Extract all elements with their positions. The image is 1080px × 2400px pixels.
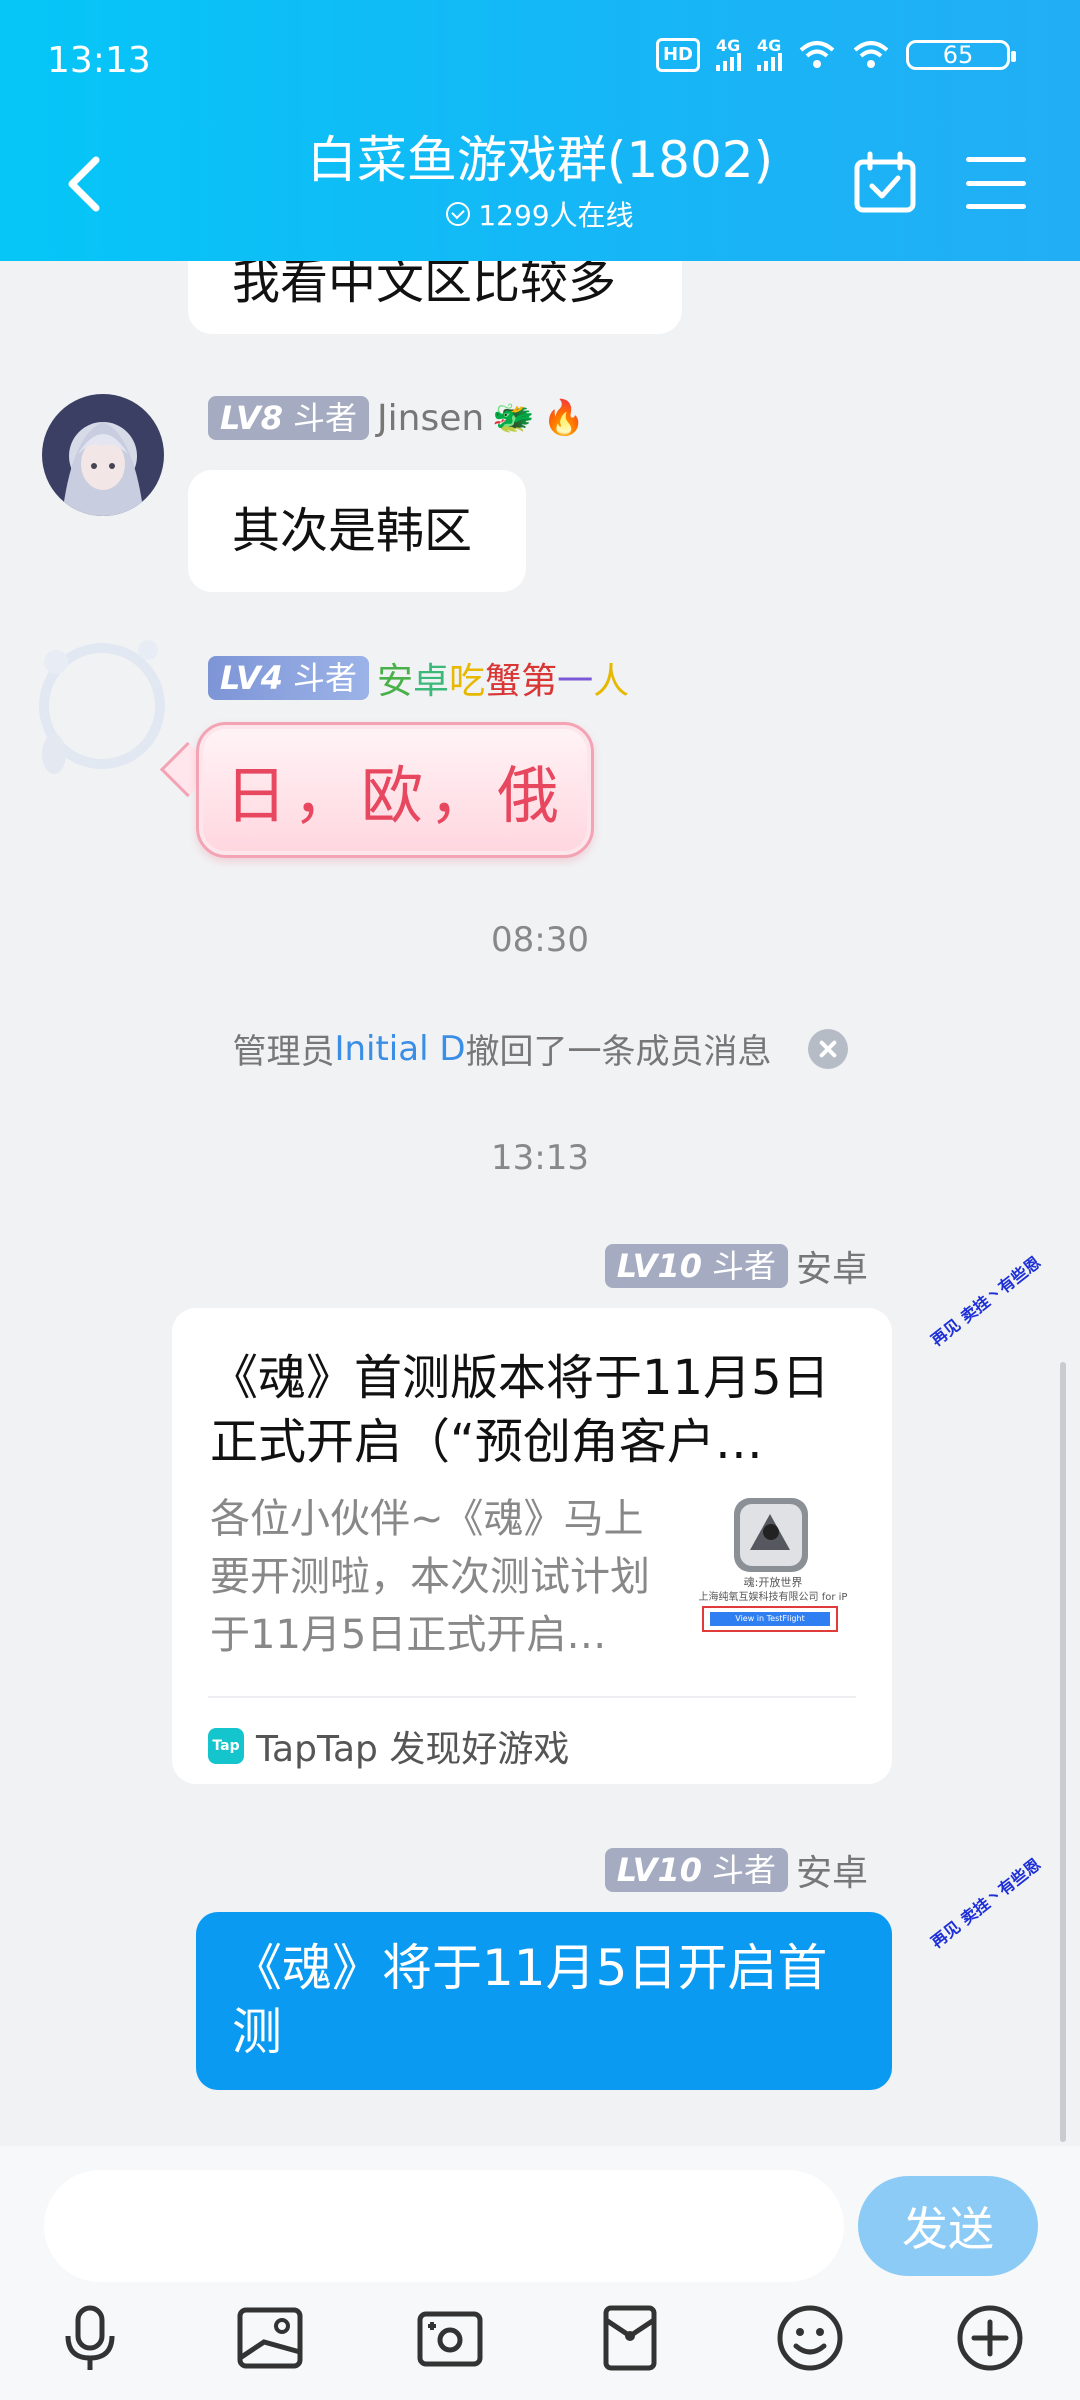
header: 13:13 HD 4G 4G 65 白菜鱼游戏群(1802) 1299人在线 <box>0 0 1080 261</box>
message-text: 《魂》将于11月5日开启首测 <box>232 1939 828 2061</box>
card-divider <box>208 1696 856 1698</box>
wifi-icon <box>853 41 889 68</box>
thumb-caption: 上海纯氧互娱科技有限公司 for iP <box>698 1592 848 1603</box>
admin-name[interactable]: Initial D <box>334 1029 465 1069</box>
taptap-icon: Tap <box>208 1728 244 1764</box>
timestamp: 13:13 <box>491 1138 589 1178</box>
status-time: 13:13 <box>47 40 151 81</box>
avatar[interactable] <box>32 628 172 778</box>
card-title: 《魂》首测版本将于11月5日正式开启（“预创角客户… <box>210 1350 830 1470</box>
link-card[interactable]: 《魂》首测版本将于11月5日正式开启（“预创角客户… 各位小伙伴~《魂》马上要开… <box>172 1308 892 1784</box>
level-badge: LV10 斗者 <box>604 1244 788 1288</box>
group-title: 白菜鱼游戏群(1802) <box>306 131 774 189</box>
card-source-label: TapTap 发现好游戏 <box>256 1729 570 1770</box>
camera-icon[interactable] <box>414 2302 486 2374</box>
message-bubble[interactable]: 其次是韩区 <box>188 470 526 592</box>
message-text: 我看中文区比较多 <box>232 254 617 310</box>
avatar-sticker[interactable]: 再见 卖挂丶有些恩 <box>925 1249 1045 1350</box>
online-count: 1299人在线 <box>0 194 1080 234</box>
red-packet-icon[interactable] <box>594 2302 666 2374</box>
recall-prefix: 管理员 <box>232 1032 335 1072</box>
avatar[interactable] <box>42 394 164 516</box>
message-text: 其次是韩区 <box>232 503 473 559</box>
avatar-sticker[interactable]: 再见 卖挂丶有些恩 <box>925 1851 1045 1952</box>
menu-icon[interactable] <box>966 157 1026 209</box>
level-badge: LV8 斗者 <box>208 396 370 440</box>
message-text: 日，欧，俄 <box>224 759 565 832</box>
status-icons: HD 4G 4G 65 <box>655 38 1016 72</box>
title-block[interactable]: 白菜鱼游戏群(1802) 1299人在线 <box>0 130 1080 234</box>
send-button[interactable]: 发送 <box>858 2176 1038 2276</box>
sender-name[interactable]: 安卓吃蟹第一人 <box>377 652 629 704</box>
image-icon[interactable] <box>234 2302 306 2374</box>
card-source: Tap TapTap 发现好游戏 <box>208 1720 569 1772</box>
recall-suffix: 撤回了一条成员消息 <box>465 1032 772 1072</box>
message-input[interactable] <box>44 2170 844 2282</box>
sender-meta: LV8 斗者 Jinsen 🐲 🔥 <box>208 396 585 440</box>
sender-meta: LV4 斗者 安卓吃蟹第一人 <box>208 652 629 704</box>
testflight-button: View in TestFlight <box>702 1606 838 1632</box>
signal-icon: 4G <box>757 38 782 71</box>
calendar-check-icon[interactable] <box>852 150 918 216</box>
close-icon[interactable] <box>807 1028 848 1069</box>
sender-meta: LV10 斗者 安卓 <box>604 1844 868 1896</box>
dragon-icon: 🐲 <box>492 398 535 438</box>
hd-icon: HD <box>655 38 700 72</box>
sender-name[interactable]: 安卓 <box>796 1240 868 1292</box>
timestamp: 08:30 <box>491 920 589 960</box>
scrollbar[interactable] <box>1060 1362 1066 2142</box>
online-icon <box>446 202 471 226</box>
microphone-icon[interactable] <box>54 2302 126 2374</box>
card-description: 各位小伙伴~《魂》马上要开测啦，本次测试计划于11月5日正式开启… <box>210 1496 650 1658</box>
message-bubble[interactable]: 《魂》将于11月5日开启首测 <box>196 1912 892 2090</box>
card-thumbnail: 魂:开放世界 上海纯氧互娱科技有限公司 for iP View in TestF… <box>690 1490 856 1640</box>
online-label: 1299人在线 <box>478 199 634 232</box>
fire-icon: 🔥 <box>542 398 585 438</box>
wifi-icon <box>799 41 835 68</box>
signal-icon: 4G <box>716 38 741 71</box>
chat-area[interactable]: 我看中文区比较多 LV8斗者 Jinsen 🐲 🔥 其次是韩区 LV4斗者 <box>0 0 1080 2146</box>
battery-icon: 65 <box>906 40 1016 70</box>
sender-meta: LV10 斗者 安卓 <box>604 1240 868 1292</box>
recall-notice: 管理员 Initial D 撤回了一条成员消息 <box>0 1024 1080 1073</box>
level-badge: LV10 斗者 <box>604 1848 788 1892</box>
emoji-icon[interactable] <box>774 2302 846 2374</box>
message-bubble[interactable]: 日，欧，俄 <box>196 722 594 858</box>
sender-name[interactable]: 安卓 <box>796 1844 868 1896</box>
level-badge: LV4 斗者 <box>208 656 370 700</box>
plus-icon[interactable] <box>954 2302 1026 2374</box>
sender-name[interactable]: Jinsen <box>377 398 484 439</box>
